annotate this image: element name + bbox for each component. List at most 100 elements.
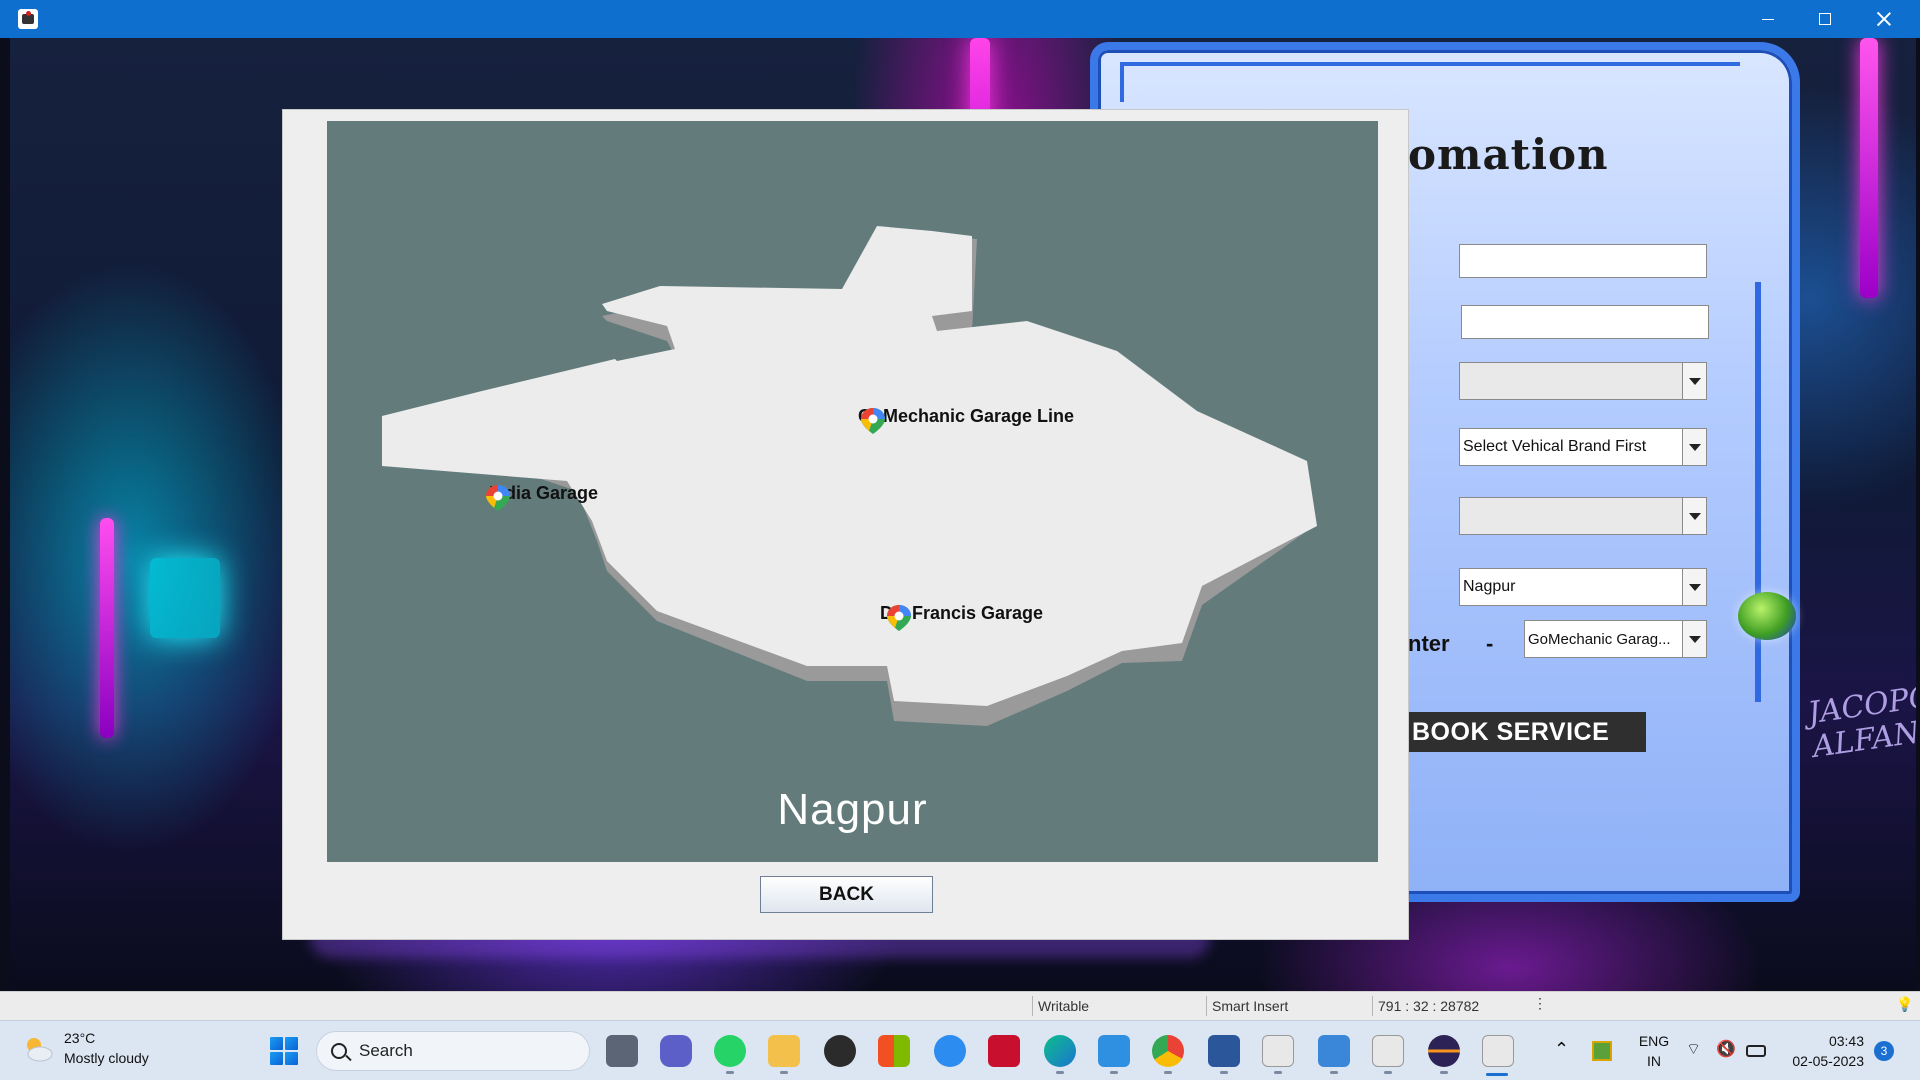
volume-muted-icon[interactable]: 🔇 [1716, 1039, 1736, 1059]
neon-sign [150, 558, 220, 638]
statusbar-divider [1206, 996, 1207, 1016]
eclipse-icon[interactable] [1428, 1035, 1460, 1067]
form-dropdown[interactable] [1459, 362, 1707, 400]
label-dash: - [1486, 631, 1494, 656]
app-icon [18, 9, 38, 29]
book-service-button[interactable]: BOOK SERVICE [1408, 712, 1646, 752]
service-center-label: nter [1408, 631, 1450, 656]
map-land [382, 226, 1317, 706]
editor-statusbar: Writable Smart Insert 791 : 32 : 28782 ⋮… [0, 991, 1920, 1020]
battery-icon[interactable] [1746, 1045, 1766, 1057]
artist-signature: JACOPO ALFANO [1805, 679, 1916, 765]
app-running-indicator [1220, 1071, 1228, 1074]
globe-icon[interactable] [1738, 592, 1796, 640]
map-pin-icon [887, 605, 911, 631]
back-button[interactable]: BACK [760, 876, 933, 913]
form-frame-decoration [1120, 62, 1740, 102]
form-text-field[interactable] [1461, 305, 1709, 339]
app-running-indicator [1110, 1071, 1118, 1074]
input-region[interactable]: IN [1634, 1053, 1674, 1069]
marker-label: GoMechanic Garage Line [858, 406, 1075, 426]
show-hidden-icons-chevron-icon[interactable]: ⌃ [1554, 1039, 1569, 1060]
form-heading: omation [1408, 130, 1609, 179]
statusbar-insert-mode: Smart Insert [1212, 998, 1289, 1014]
tray-app-icon[interactable] [1592, 1041, 1612, 1061]
windows-taskbar: 23°C Mostly cloudy Search ⌃ ENG IN ⌔ 🔇 0… [0, 1020, 1920, 1080]
java-app-icon[interactable] [1262, 1035, 1294, 1067]
weather-description[interactable]: Mostly cloudy [64, 1050, 149, 1066]
java-app-active-icon[interactable] [1482, 1035, 1514, 1067]
statusbar-mode: Writable [1038, 998, 1090, 1014]
mcafee-icon[interactable] [988, 1035, 1020, 1067]
search-label: Search [359, 1041, 413, 1060]
statusbar-more-icon[interactable]: ⋮ [1533, 995, 1547, 1012]
photos-icon[interactable] [1098, 1035, 1130, 1067]
chevron-down-icon[interactable] [1682, 429, 1706, 465]
map-dialog: Nagpur GoMechanic Garage Line India Gara… [282, 109, 1409, 940]
maximize-button[interactable] [1797, 0, 1853, 38]
edge-icon[interactable] [1044, 1035, 1076, 1067]
whatsapp-icon[interactable] [714, 1035, 746, 1067]
neon-light [1860, 38, 1878, 298]
task-view-icon[interactable] [606, 1035, 638, 1067]
weather-temperature[interactable]: 23°C [64, 1030, 95, 1046]
map-pin-icon [861, 408, 885, 434]
chevron-down-icon[interactable] [1682, 363, 1706, 399]
chrome-icon[interactable] [1152, 1035, 1184, 1067]
windows-start-icon[interactable] [270, 1037, 298, 1065]
app-running-indicator [780, 1071, 788, 1074]
word-icon[interactable] [1208, 1035, 1240, 1067]
tip-bulb-icon[interactable]: 💡 [1896, 996, 1913, 1013]
map-marker-dg-francis[interactable]: DG Francis Garage [880, 603, 1043, 631]
notification-count-badge[interactable]: 3 [1874, 1041, 1894, 1061]
statusbar-divider [1372, 996, 1373, 1016]
map-city-caption: Nagpur [777, 785, 928, 834]
notepad-icon[interactable] [1318, 1035, 1350, 1067]
close-button[interactable] [1856, 0, 1912, 38]
dropdown-value: Nagpur [1463, 578, 1516, 595]
search-icon [331, 1043, 347, 1059]
chevron-down-icon[interactable] [1682, 498, 1706, 534]
city-dropdown[interactable]: Nagpur [1459, 568, 1707, 606]
minimize-icon [1762, 18, 1774, 20]
copilot-icon[interactable] [824, 1035, 856, 1067]
app-running-indicator [1274, 1071, 1282, 1074]
taskbar-search[interactable]: Search [316, 1031, 590, 1071]
map-marker-gomechanic[interactable]: GoMechanic Garage Line [858, 406, 1090, 434]
weather-cloudy-icon[interactable] [22, 1035, 54, 1063]
app-running-indicator [1164, 1071, 1172, 1074]
close-icon [1877, 12, 1891, 26]
clock-time[interactable]: 03:43 [1784, 1033, 1864, 1049]
app-running-indicator [1056, 1071, 1064, 1074]
chevron-down-icon[interactable] [1682, 621, 1706, 657]
store-icon[interactable] [878, 1035, 910, 1067]
map-marker-india-garage[interactable]: India Garage [483, 483, 598, 511]
file-explorer-icon[interactable] [768, 1035, 800, 1067]
app-running-indicator [726, 1071, 734, 1074]
vehicle-model-dropdown[interactable]: Select Vehical Brand First [1459, 428, 1707, 466]
clock-date[interactable]: 02-05-2023 [1784, 1053, 1864, 1069]
app-running-indicator [1384, 1071, 1392, 1074]
dropdown-value: Select Vehical Brand First [1463, 438, 1647, 455]
chevron-down-icon[interactable] [1682, 569, 1706, 605]
statusbar-cursor-position: 791 : 32 : 28782 [1378, 998, 1480, 1014]
java-app-icon[interactable] [1372, 1035, 1404, 1067]
map-pin-icon [486, 485, 510, 511]
dropdown-value: GoMechanic Garag... [1528, 630, 1671, 648]
neon-light [100, 518, 114, 738]
teams-icon[interactable] [660, 1035, 692, 1067]
wifi-icon[interactable]: ⌔ [1686, 1039, 1701, 1059]
statusbar-divider [1032, 996, 1033, 1016]
app-running-indicator [1440, 1071, 1448, 1074]
maximize-icon [1819, 13, 1831, 25]
active-app-indicator [1486, 1073, 1508, 1076]
window-titlebar [0, 0, 1920, 38]
input-language[interactable]: ENG [1634, 1033, 1674, 1049]
form-dropdown[interactable] [1459, 497, 1707, 535]
app-running-indicator [1330, 1071, 1338, 1074]
help-icon[interactable] [934, 1035, 966, 1067]
minimize-button[interactable] [1740, 0, 1796, 38]
form-text-field[interactable] [1459, 244, 1707, 278]
city-map: Nagpur GoMechanic Garage Line India Gara… [327, 121, 1378, 862]
service-center-dropdown[interactable]: GoMechanic Garag... [1524, 620, 1707, 658]
